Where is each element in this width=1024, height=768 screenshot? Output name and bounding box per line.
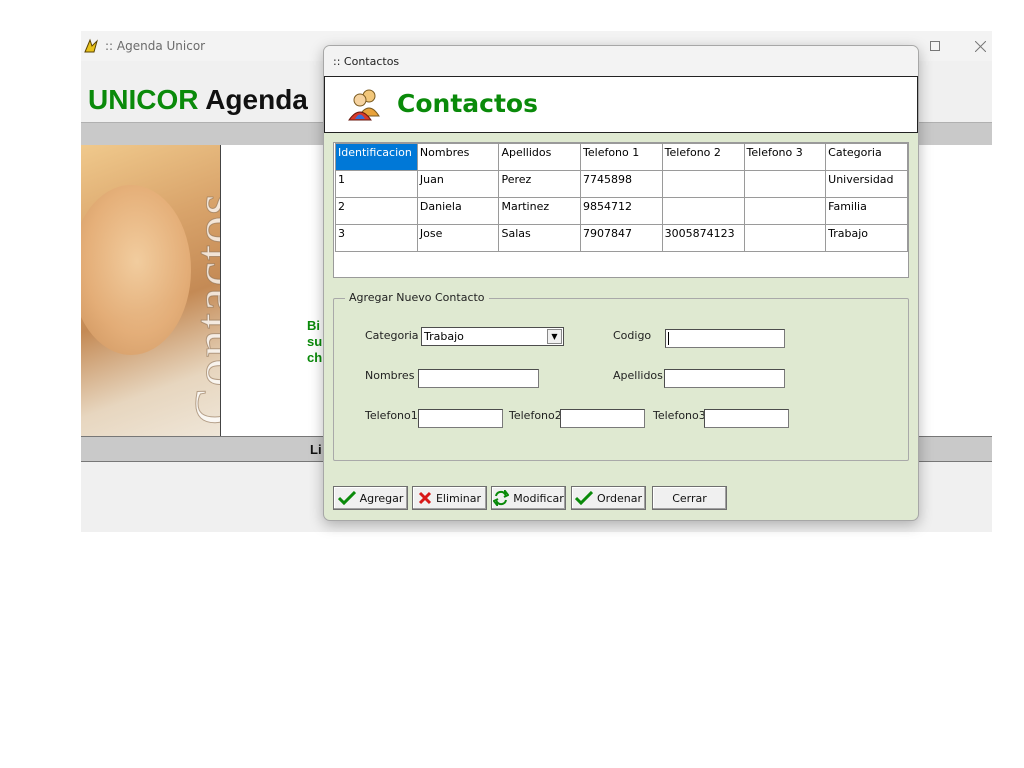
table-cell[interactable]: Martinez <box>498 197 582 225</box>
table-cell[interactable]: 3005874123 <box>661 224 745 252</box>
table-cell[interactable]: Jose <box>416 224 500 252</box>
ordenar-label: Ordenar <box>597 491 642 505</box>
brand-title: UNICOR Agenda <box>88 84 308 116</box>
nombres-label: Nombres <box>365 369 415 382</box>
column-header-identificacion[interactable]: Identificacion <box>335 143 418 171</box>
dialog-header: Contactos <box>324 76 918 133</box>
brand-agenda: Agenda <box>205 84 308 115</box>
dialog-title: :: Contactos <box>333 55 400 68</box>
close-button[interactable] <box>957 31 992 61</box>
table-cell[interactable]: Trabajo <box>825 224 908 252</box>
table-cell[interactable] <box>743 197 827 225</box>
table-cell[interactable] <box>743 170 827 198</box>
table-cell[interactable] <box>661 197 745 225</box>
column-header-categoria[interactable]: Categoria <box>825 143 908 171</box>
categoria-select-value: Trabajo <box>424 330 464 343</box>
table-cell[interactable]: Juan <box>416 170 500 198</box>
table-cell[interactable]: 3 <box>335 224 418 252</box>
table-row[interactable]: 1 Juan Perez 7745898 Universidad <box>335 170 908 198</box>
dialog-titlebar[interactable]: :: Contactos <box>324 46 918 76</box>
table-row[interactable]: 2 Daniela Martinez 9854712 Familia <box>335 197 908 225</box>
contacts-table: Identificacion Nombres Apellidos Telefon… <box>335 143 908 252</box>
agregar-label: Agregar <box>359 491 404 505</box>
modificar-button[interactable]: Modificar <box>491 486 566 510</box>
table-cell[interactable]: Salas <box>498 224 582 252</box>
column-header-apellidos[interactable]: Apellidos <box>498 143 582 171</box>
photo-watermark-text: Contactos <box>184 192 221 426</box>
codigo-label: Codigo <box>613 329 652 342</box>
maximize-icon <box>930 41 940 51</box>
checkmark-icon <box>337 491 356 505</box>
table-header-row: Identificacion Nombres Apellidos Telefon… <box>335 143 908 171</box>
column-header-telefono2[interactable]: Telefono 2 <box>661 143 745 171</box>
photo-face <box>81 185 191 355</box>
modificar-label: Modificar <box>513 491 564 505</box>
dialog-header-title: Contactos <box>397 89 538 118</box>
column-header-nombres[interactable]: Nombres <box>416 143 500 171</box>
agregar-button[interactable]: Agregar <box>333 486 408 510</box>
table-cell[interactable]: Familia <box>825 197 908 225</box>
welcome-text: Bi su ch <box>307 318 323 365</box>
brand-unicor: UNICOR <box>88 84 199 115</box>
column-header-telefono3[interactable]: Telefono 3 <box>743 143 827 171</box>
bottom-band-text: Li <box>310 442 322 457</box>
table-cell[interactable] <box>661 170 745 198</box>
table-cell[interactable] <box>743 224 827 252</box>
text-caret <box>668 332 669 345</box>
table-cell[interactable]: Daniela <box>416 197 500 225</box>
group-legend: Agregar Nuevo Contacto <box>345 291 489 304</box>
nombres-field[interactable] <box>418 369 539 388</box>
table-cell[interactable]: 2 <box>335 197 418 225</box>
refresh-icon <box>493 490 510 506</box>
categoria-select[interactable]: Trabajo ▼ <box>421 327 564 346</box>
contact-photo: Contactos <box>81 145 221 436</box>
chevron-down-icon[interactable]: ▼ <box>547 329 562 344</box>
telefono2-label: Telefono2 <box>509 409 562 422</box>
table-cell[interactable]: 7745898 <box>580 170 663 198</box>
contactos-dialog: :: Contactos Contactos Identificacion No… <box>323 45 919 521</box>
table-cell[interactable]: 9854712 <box>580 197 663 225</box>
telefono3-label: Telefono3 <box>653 409 706 422</box>
table-cell[interactable]: Universidad <box>825 170 908 198</box>
table-cell[interactable]: 7907847 <box>580 224 663 252</box>
delete-x-icon <box>418 491 432 505</box>
close-icon <box>974 40 986 52</box>
eliminar-button[interactable]: Eliminar <box>412 486 487 510</box>
column-header-telefono1[interactable]: Telefono 1 <box>580 143 663 171</box>
telefono2-field[interactable] <box>560 409 645 428</box>
cerrar-label: Cerrar <box>672 491 707 505</box>
contacts-icon <box>347 86 383 122</box>
cerrar-button[interactable]: Cerrar <box>652 486 727 510</box>
telefono1-label: Telefono1 <box>365 409 418 422</box>
table-row[interactable]: 3 Jose Salas 7907847 3005874123 Trabajo <box>335 224 908 252</box>
contacts-grid[interactable]: Identificacion Nombres Apellidos Telefon… <box>333 142 909 278</box>
eliminar-label: Eliminar <box>435 491 482 505</box>
table-cell[interactable]: 1 <box>335 170 418 198</box>
table-cell[interactable]: Perez <box>498 170 582 198</box>
checkmark-icon <box>575 491 593 505</box>
new-contact-group: Agregar Nuevo Contacto Categoria Trabajo… <box>333 291 909 461</box>
telefono1-field[interactable] <box>418 409 503 428</box>
categoria-label: Categoria <box>365 329 419 342</box>
ordenar-button[interactable]: Ordenar <box>571 486 646 510</box>
apellidos-label: Apellidos <box>613 369 663 382</box>
apellidos-field[interactable] <box>664 369 785 388</box>
main-window-title: :: Agenda Unicor <box>105 39 206 53</box>
codigo-field[interactable] <box>665 329 785 348</box>
telefono3-field[interactable] <box>704 409 789 428</box>
app-icon <box>83 38 99 54</box>
